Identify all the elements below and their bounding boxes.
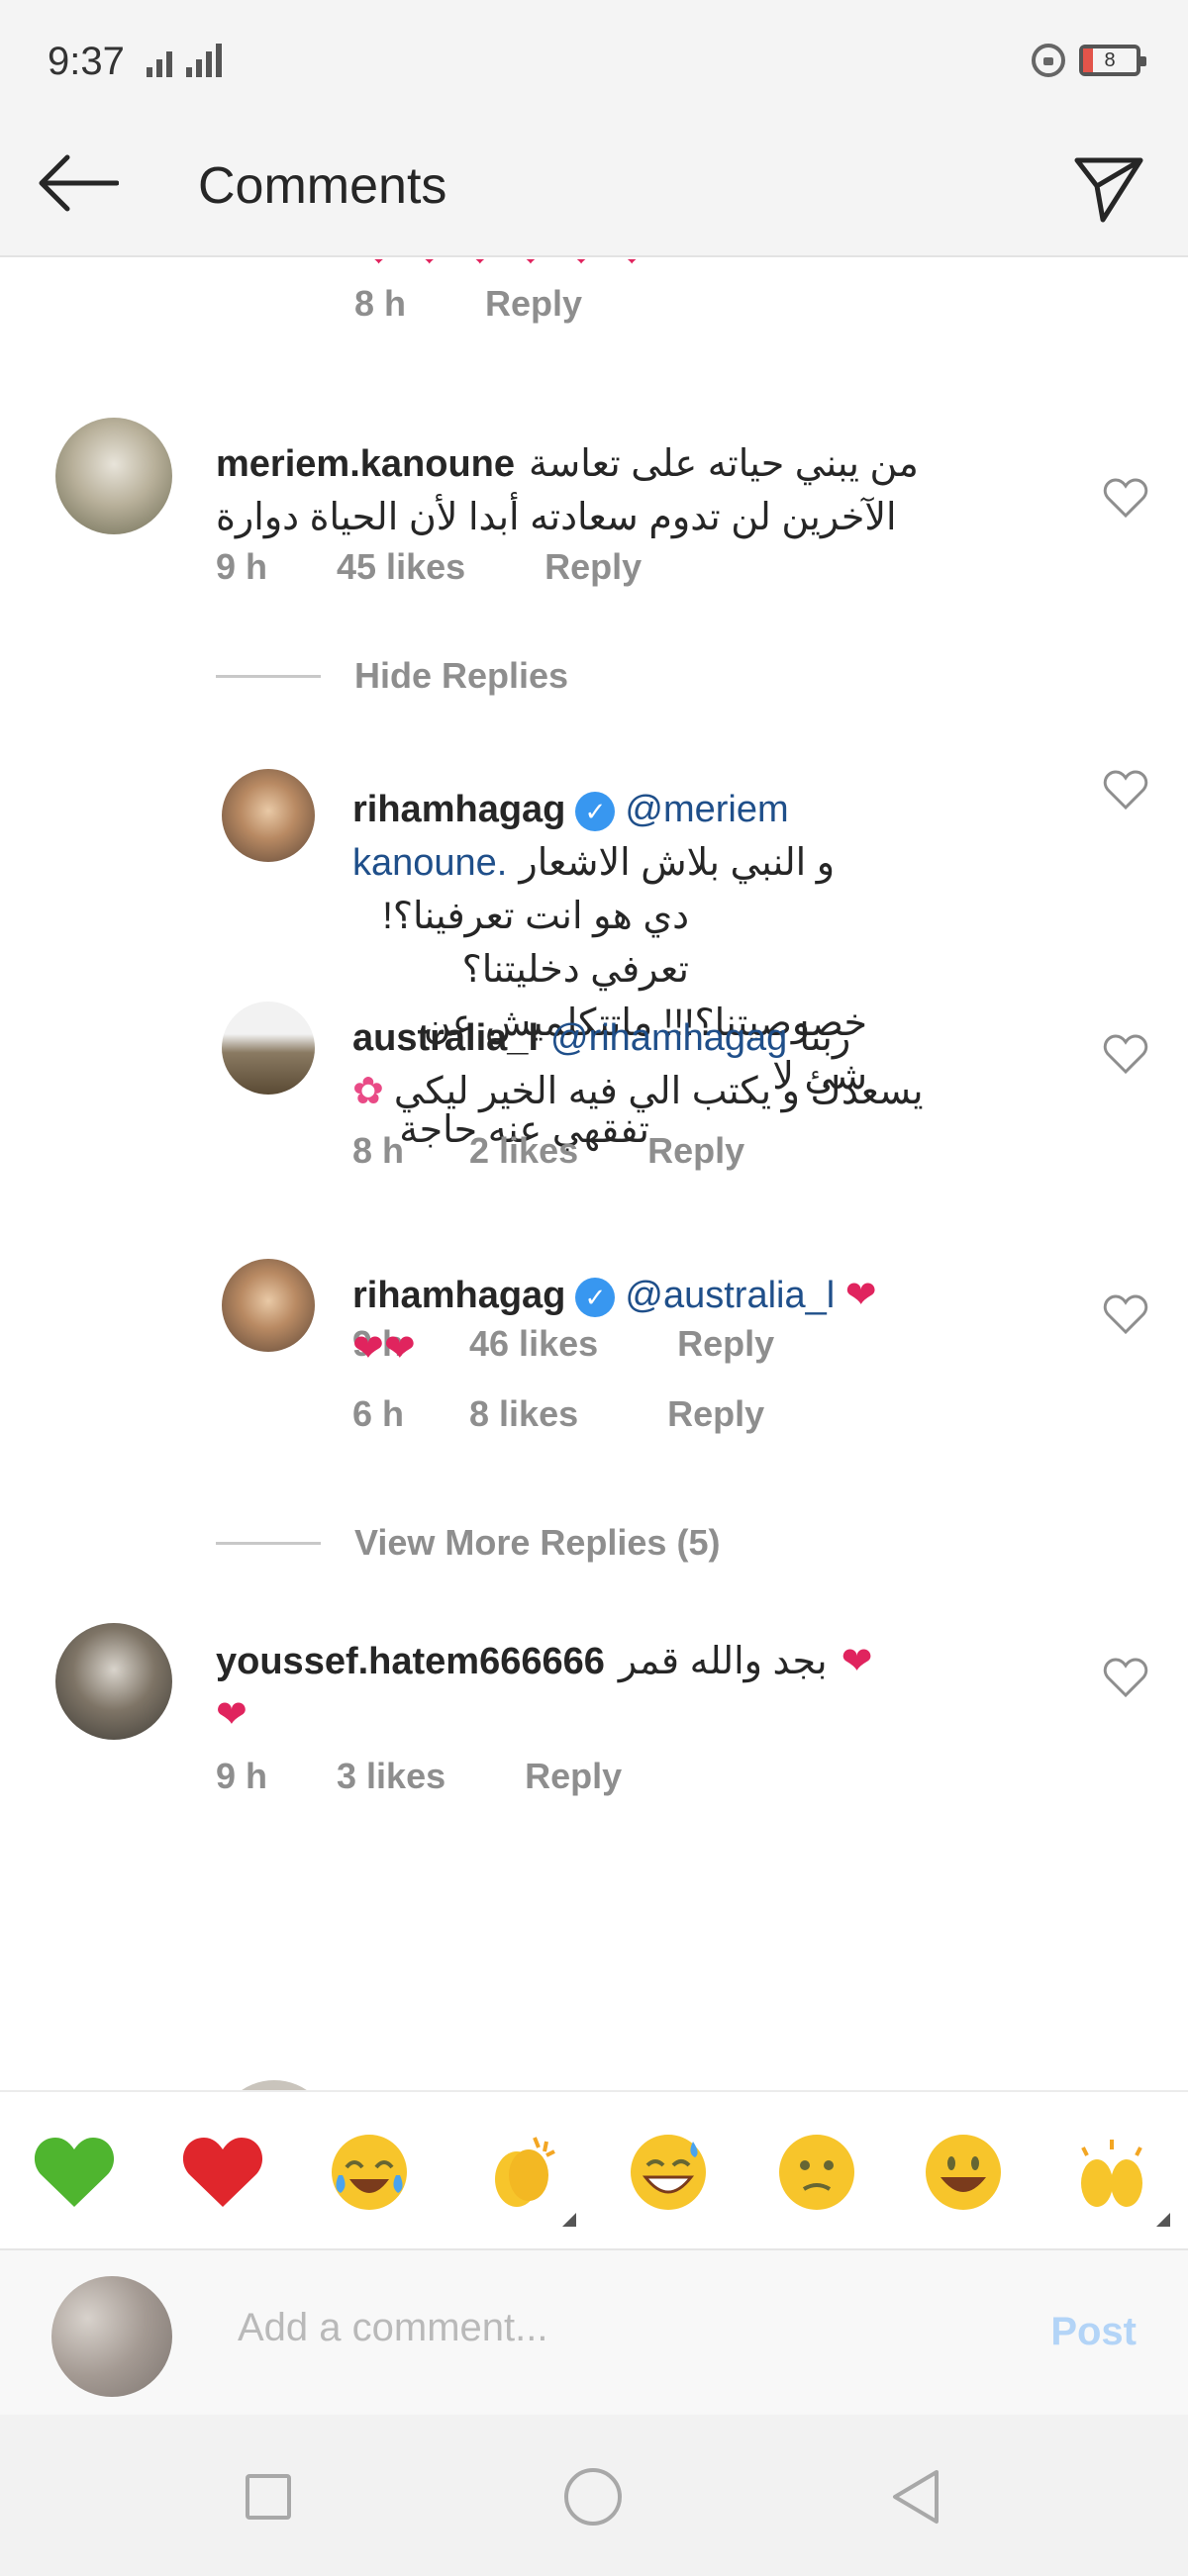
back-button[interactable]	[38, 150, 119, 216]
likes-count[interactable]: 45 likes	[337, 546, 465, 588]
reply-button[interactable]: Reply	[485, 283, 582, 325]
comment-time: 8 h	[354, 283, 407, 324]
rotation-lock-icon	[1032, 44, 1065, 77]
partial-hearts: ❤❤❤❤❤❤	[366, 259, 670, 274]
comments-list[interactable]: ❤❤❤❤❤❤ 8 h Reply meriem.kanoune من يبني …	[0, 259, 1188, 2090]
like-heart-icon[interactable]	[1103, 1293, 1148, 1335]
avatar[interactable]	[55, 1623, 172, 1740]
avatar[interactable]	[222, 1002, 315, 1095]
grinning-face-icon[interactable]	[919, 2128, 1008, 2217]
avatar[interactable]	[216, 2080, 333, 2090]
previous-comment-meta: 8 h Reply	[354, 283, 582, 325]
reply-text-line2: يسعدك و يكتب الي فيه الخير ليكي	[393, 1071, 924, 1112]
more-indicator-icon	[562, 2213, 576, 2227]
reply-text-line2: و النبي بلاش الاشعار	[519, 842, 836, 884]
add-comment-bar: Post	[0, 2248, 1188, 2415]
likes-count[interactable]: 8 likes	[469, 1393, 578, 1435]
comment-meta: 9 h 3 likes Reply	[216, 1756, 622, 1797]
avatar[interactable]	[222, 1259, 315, 1352]
verified-badge-icon: ✓	[575, 791, 616, 831]
reply-button[interactable]: Reply	[544, 546, 642, 588]
like-heart-icon[interactable]	[1103, 1657, 1148, 1698]
battery-icon: 8	[1079, 45, 1146, 76]
likes-count[interactable]: 3 likes	[337, 1756, 446, 1797]
reply-username[interactable]: rihamhagag	[352, 789, 565, 830]
page-title: Comments	[198, 157, 447, 215]
back-arrow-icon	[39, 154, 119, 212]
verified-badge-icon: ✓	[575, 1277, 616, 1317]
hide-replies-button[interactable]: Hide Replies	[216, 655, 568, 697]
reply-button[interactable]: Reply	[525, 1756, 622, 1797]
reply-button[interactable]: Reply	[667, 1393, 764, 1435]
reply-time: 8 h	[352, 1130, 405, 1171]
more-indicator-icon	[1156, 2213, 1170, 2227]
home-button[interactable]	[564, 2468, 622, 2526]
reply-username[interactable]: australia_l	[352, 1011, 539, 1065]
comment-text-line2: الآخرين لن تدوم سعادته أبدا لأن الحياة د…	[216, 497, 897, 538]
reply-username[interactable]: rihamhagag	[352, 1275, 565, 1316]
reply-meta: 8 h 2 likes Reply	[352, 1130, 744, 1172]
comment-username[interactable]: youssef.hatem666666	[216, 1635, 605, 1688]
comment-input[interactable]	[238, 2306, 931, 2350]
red-heart-icon: ❤	[841, 1641, 873, 1682]
send-icon	[1074, 157, 1143, 223]
signal-icon	[147, 44, 222, 77]
flower-emoji-icon: ✿	[352, 1071, 384, 1112]
comment-body: youssef.hatem666666 بجد والله قمر ❤ ❤	[216, 1635, 1008, 1742]
comment-text: من يبني حياته على تعاسة	[529, 443, 919, 485]
view-more-replies-button[interactable]: View More Replies (5)	[216, 1522, 720, 1564]
comment-username[interactable]: meriem.kanoune	[216, 437, 515, 491]
raising-hands-icon[interactable]	[1067, 2128, 1156, 2217]
view-more-replies-label: View More Replies (5)	[354, 1522, 721, 1563]
reply-body: rihamhagag ✓ @australia_l ❤ ❤❤	[352, 1269, 1006, 1376]
comment-time: 9 h	[216, 546, 268, 587]
likes-count[interactable]: 2 likes	[469, 1130, 578, 1172]
divider-line	[216, 1541, 321, 1545]
like-heart-icon[interactable]	[1103, 477, 1148, 519]
comment-text: بجد والله قمر	[618, 1641, 828, 1682]
red-heart-icon: ❤	[844, 1275, 877, 1316]
recent-apps-button[interactable]	[246, 2474, 291, 2520]
clapping-hands-icon[interactable]	[475, 2128, 564, 2217]
like-heart-icon[interactable]	[1103, 1033, 1148, 1075]
tears-of-joy-icon[interactable]	[325, 2128, 414, 2217]
my-avatar	[51, 2276, 172, 2397]
reply-body: australia_l @rihamhagag ربنا ✿ يسعدك و ي…	[352, 1011, 1006, 1118]
green-heart-icon[interactable]	[30, 2128, 119, 2217]
status-bar: 9:37 8	[0, 0, 1188, 109]
mention-link[interactable]: @australia_l	[625, 1275, 835, 1316]
reply-meta: 6 h 8 likes Reply	[352, 1393, 764, 1435]
confused-face-icon[interactable]	[772, 2128, 861, 2217]
status-icons: 8	[1032, 44, 1146, 77]
mention-link[interactable]: @rihamhagag	[550, 1011, 787, 1065]
mention-link[interactable]: @meriem	[625, 789, 788, 830]
mention-link-cont[interactable]: kanoune.	[352, 836, 507, 890]
hide-replies-label: Hide Replies	[354, 655, 569, 696]
share-button[interactable]	[1069, 148, 1148, 228]
red-heart-icon: ❤	[216, 1694, 248, 1736]
reply-time: 6 h	[352, 1393, 405, 1434]
system-nav-bar	[0, 2415, 1188, 2576]
battery-level: 8	[1104, 48, 1116, 71]
post-button[interactable]: Post	[1050, 2310, 1137, 2354]
divider-line	[216, 674, 321, 678]
reply-text-line3: دي هو انت تعرفينا؟! تعرفي دخليتنا؟	[382, 896, 689, 991]
comment-time: 9 h	[216, 1756, 268, 1796]
avatar[interactable]	[222, 769, 315, 862]
red-heart-icon[interactable]	[178, 2128, 267, 2217]
status-time: 9:37	[48, 40, 125, 83]
reply-text: ربنا	[799, 1017, 851, 1059]
back-triangle-icon[interactable]	[891, 2468, 940, 2526]
reply-button[interactable]: Reply	[647, 1130, 744, 1172]
comment-body: meriem.kanoune من يبني حياته على تعاسة ا…	[216, 437, 1008, 544]
red-hearts-icon: ❤❤	[352, 1328, 416, 1370]
comment-meta: 9 h 45 likes Reply	[216, 546, 642, 588]
grinning-sweat-icon[interactable]	[624, 2128, 713, 2217]
avatar[interactable]	[55, 418, 172, 534]
header: Comments	[0, 109, 1188, 257]
like-heart-icon[interactable]	[1103, 769, 1148, 811]
emoji-quick-bar	[0, 2090, 1188, 2246]
